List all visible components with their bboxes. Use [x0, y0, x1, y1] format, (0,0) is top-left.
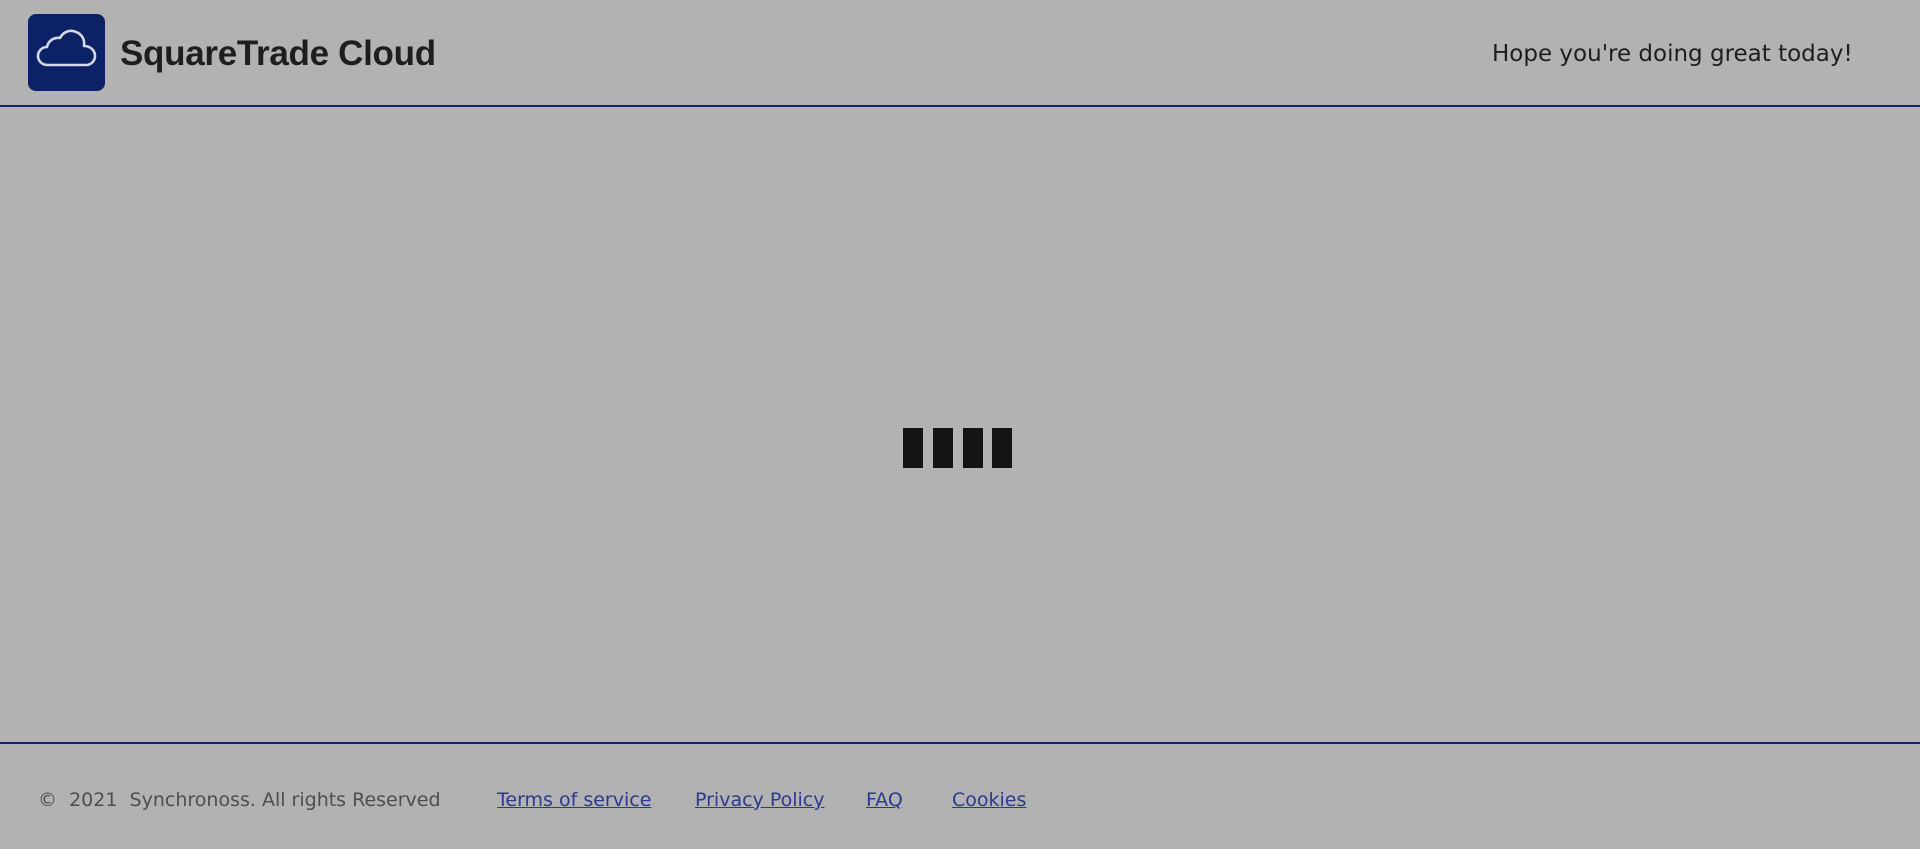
header: SquareTrade Cloud Hope you're doing grea… [0, 0, 1920, 107]
greeting-text: Hope you're doing great today! [1492, 41, 1853, 67]
loader-bar [903, 428, 923, 468]
loader-bar [963, 428, 983, 468]
loader-bar [992, 428, 1012, 468]
loading-bars-icon [903, 428, 1013, 468]
faq-link[interactable]: FAQ [866, 787, 903, 813]
footer: © 2021 Synchronoss. All rights Reserved … [0, 742, 1920, 849]
copyright-text: Synchronoss. All rights Reserved [129, 789, 441, 811]
logo[interactable] [28, 14, 105, 91]
loader-bar [933, 428, 953, 468]
terms-of-service-link[interactable]: Terms of service [497, 787, 651, 813]
cloud-icon [36, 29, 97, 67]
copyright-notice: © 2021 Synchronoss. All rights Reserved [38, 787, 441, 813]
privacy-policy-link[interactable]: Privacy Policy [695, 787, 824, 813]
cookies-link[interactable]: Cookies [952, 787, 1026, 813]
copyright-symbol: © [38, 789, 57, 811]
copyright-year: 2021 [69, 789, 118, 811]
brand-name: SquareTrade Cloud [120, 34, 436, 73]
